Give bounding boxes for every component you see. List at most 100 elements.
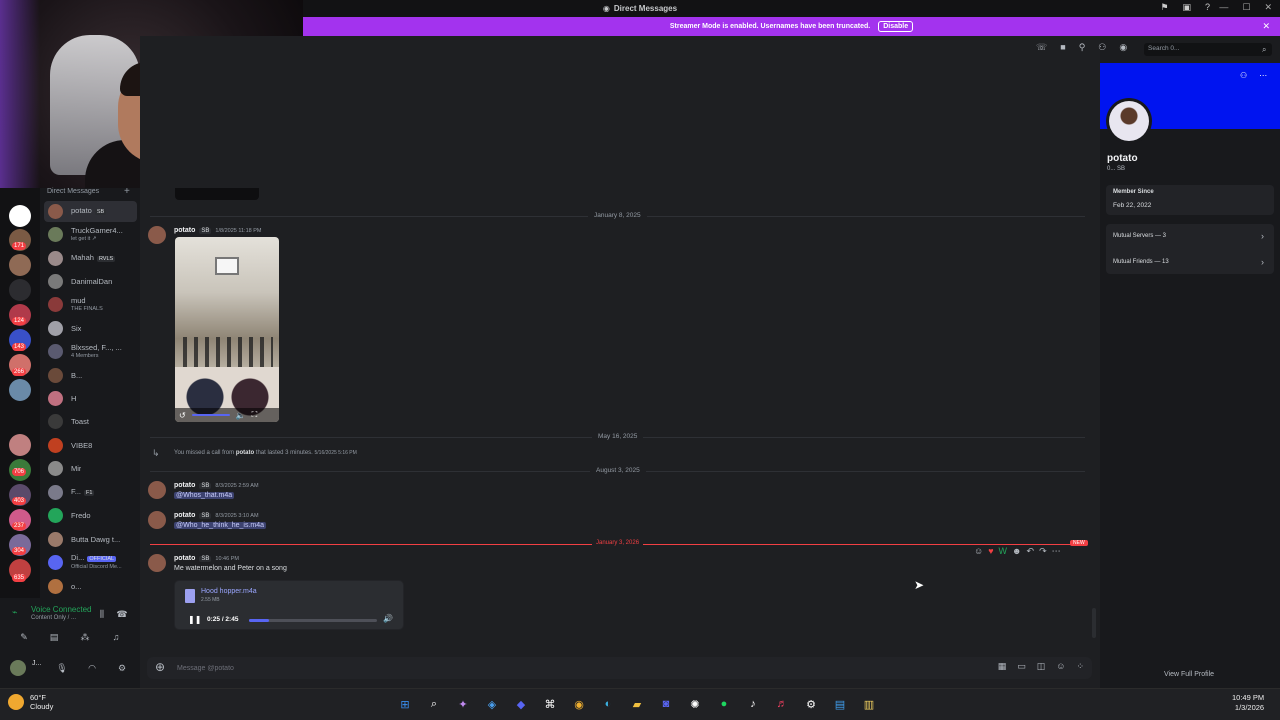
- system-clock[interactable]: 10:49 PM 1/3/2026: [1232, 693, 1264, 713]
- reply-icon[interactable]: ↶: [1027, 546, 1035, 557]
- weather-widget[interactable]: 60°F Cloudy: [8, 693, 53, 711]
- settings-icon[interactable]: ⚙: [112, 661, 132, 675]
- call-icon[interactable]: ☏: [1036, 42, 1047, 53]
- more-icon[interactable]: ⋯: [1052, 546, 1061, 557]
- close-icon[interactable]: ✕: [1262, 21, 1270, 32]
- discord-icon[interactable]: ◙: [656, 694, 676, 714]
- search-input[interactable]: Search 0...: [1144, 43, 1272, 56]
- video-progress[interactable]: [191, 414, 230, 416]
- dm-item[interactable]: Mir: [44, 458, 137, 479]
- dm-item[interactable]: Mahah RVLS: [44, 248, 137, 269]
- maximize-icon[interactable]: ☐: [1242, 2, 1250, 13]
- app-icon[interactable]: ◆: [511, 694, 531, 714]
- add-friend-icon[interactable]: ⚇: [1240, 71, 1247, 80]
- app-icon[interactable]: ◈: [482, 694, 502, 714]
- pause-icon[interactable]: ❚❚: [188, 615, 201, 624]
- chevron-right-icon[interactable]: ›: [1261, 231, 1264, 241]
- activity-icon[interactable]: ⁂: [75, 630, 95, 644]
- help-icon[interactable]: ?: [1205, 2, 1210, 13]
- dm-item[interactable]: F... F1: [44, 482, 137, 503]
- message-author[interactable]: potato: [174, 227, 195, 234]
- dm-item[interactable]: Blxssed, F..., ... 4 Members: [44, 341, 137, 362]
- copilot-icon[interactable]: ✦: [453, 694, 473, 714]
- emoji-react-icon[interactable]: ☺: [974, 546, 983, 557]
- attach-icon[interactable]: ⊕: [155, 660, 165, 674]
- gif-icon[interactable]: ▭: [1017, 661, 1026, 672]
- folder-icon[interactable]: ▰: [627, 694, 647, 714]
- message-mention[interactable]: @Who_he_think_he_is.m4a: [174, 522, 267, 529]
- app-icon[interactable]: ▤: [830, 694, 850, 714]
- view-full-profile-link[interactable]: View Full Profile: [1164, 671, 1214, 678]
- server-icon[interactable]: [9, 379, 31, 401]
- mutual-friends[interactable]: Mutual Friends — 13: [1113, 259, 1169, 265]
- volume-icon[interactable]: 🔊: [383, 614, 393, 623]
- screen-share-icon[interactable]: ▤: [44, 630, 64, 644]
- dm-item[interactable]: mud THE FINALS: [44, 294, 137, 315]
- video-attachment[interactable]: ↺ 🔈 ⛶: [175, 237, 279, 422]
- heart-react-icon[interactable]: ♥: [988, 546, 993, 557]
- app-icon[interactable]: ♬: [772, 694, 792, 714]
- message-author[interactable]: potato: [174, 482, 195, 489]
- server-icon[interactable]: [9, 279, 31, 301]
- spotify-icon[interactable]: ●: [714, 694, 734, 714]
- dm-item[interactable]: Toast: [44, 411, 137, 432]
- dm-item[interactable]: Di... OFFICIAL Official Discord Me...: [44, 552, 137, 573]
- emoji-icon[interactable]: ☺: [1056, 661, 1065, 672]
- audio-filename[interactable]: Hood hopper.m4a: [201, 588, 257, 595]
- chrome-icon[interactable]: ◉: [569, 694, 589, 714]
- chevron-right-icon[interactable]: ›: [1261, 257, 1264, 267]
- profile-avatar[interactable]: [1106, 98, 1152, 144]
- soundboard-icon[interactable]: ♫: [106, 630, 126, 644]
- edge-icon[interactable]: ◐: [598, 694, 618, 714]
- search-icon[interactable]: ⌕: [424, 694, 444, 714]
- message-author[interactable]: potato: [174, 512, 195, 519]
- start-icon[interactable]: ⊞: [395, 694, 415, 714]
- app-icon[interactable]: ▥: [859, 694, 879, 714]
- replay-icon[interactable]: ↺: [179, 411, 186, 420]
- audio-progress[interactable]: [249, 619, 377, 622]
- pin-icon[interactable]: ⚲: [1079, 42, 1086, 53]
- scrollbar[interactable]: [1092, 608, 1096, 638]
- dm-item[interactable]: TruckGamer4... let get it ↗: [44, 224, 137, 245]
- dm-item[interactable]: Six: [44, 318, 137, 339]
- screen-icon[interactable]: ▣: [1182, 2, 1191, 13]
- forward-icon[interactable]: ↷: [1039, 546, 1047, 557]
- app-icon[interactable]: ✺: [685, 694, 705, 714]
- previous-attachment[interactable]: [175, 188, 259, 200]
- dm-item[interactable]: Butta Dawg t...: [44, 529, 137, 550]
- home-button[interactable]: [9, 205, 31, 227]
- disable-streamer-button[interactable]: Disable: [878, 21, 914, 32]
- avatar[interactable]: [148, 554, 166, 572]
- fullscreen-icon[interactable]: ⛶: [252, 410, 258, 420]
- disconnect-icon[interactable]: ☎: [112, 607, 132, 621]
- dm-item[interactable]: o...: [44, 576, 137, 597]
- dm-item[interactable]: potato SB: [44, 201, 137, 222]
- message-input[interactable]: [177, 661, 877, 675]
- server-icon[interactable]: [9, 254, 31, 276]
- profile-toggle-icon[interactable]: ◉: [1119, 42, 1127, 53]
- flag-icon[interactable]: ⚑: [1160, 2, 1168, 13]
- video-call-icon[interactable]: ■: [1060, 42, 1065, 53]
- avatar[interactable]: [148, 511, 166, 529]
- volume-icon[interactable]: 🔈: [236, 411, 246, 420]
- noise-icon[interactable]: ⫼: [92, 607, 112, 621]
- settings-icon[interactable]: ⚙: [801, 694, 821, 714]
- gift-icon[interactable]: ▦: [998, 661, 1007, 672]
- mic-icon[interactable]: 🎙: [52, 661, 72, 675]
- avatar[interactable]: [10, 660, 26, 676]
- profile-more-icon[interactable]: ⋯: [1259, 71, 1267, 80]
- mutual-servers[interactable]: Mutual Servers — 3: [1113, 233, 1166, 239]
- camera-icon[interactable]: ✎: [14, 630, 34, 644]
- avatar[interactable]: [148, 481, 166, 499]
- app-icon[interactable]: ⌘: [540, 694, 560, 714]
- add-friends-icon[interactable]: ⚇: [1098, 42, 1106, 53]
- server-icon[interactable]: [9, 434, 31, 456]
- dm-item[interactable]: Fredo: [44, 505, 137, 526]
- dm-item[interactable]: VIBE8: [44, 435, 137, 456]
- headset-icon[interactable]: ◠: [82, 661, 102, 675]
- tiktok-icon[interactable]: ♪: [743, 694, 763, 714]
- avatar[interactable]: [148, 226, 166, 244]
- close-window-icon[interactable]: ✕: [1264, 2, 1272, 13]
- w-react-icon[interactable]: W: [999, 546, 1008, 557]
- message-author[interactable]: potato: [174, 555, 195, 562]
